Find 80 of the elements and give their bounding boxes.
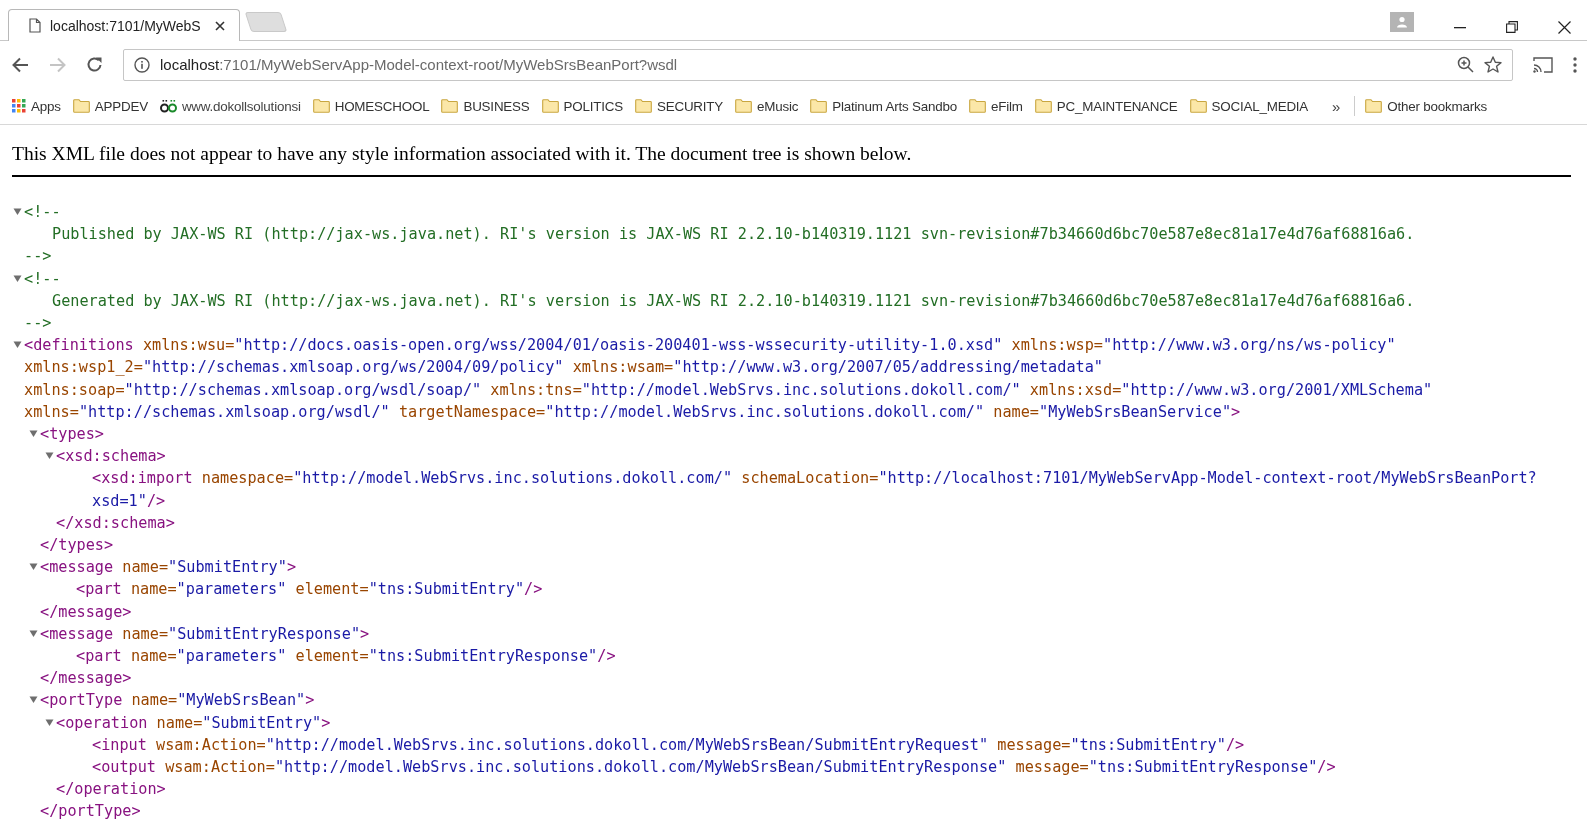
person-icon — [1396, 16, 1408, 28]
xml-tag-line: <definitions xmlns:wsu="http://docs.oasis-open.org/wss/2004/01/oasis-200401-wss-wssecurity-utility-1.0.xsd" xmlns:wsp="http://www.w3.org/ns/ws-policy" — [24, 336, 1396, 355]
folder-icon — [541, 99, 559, 113]
bookmark-item[interactable]: POLITICS — [539, 96, 625, 116]
reload-icon[interactable] — [86, 56, 103, 73]
bookmark-item[interactable]: Apps — [10, 96, 63, 116]
site-logo-icon — [159, 99, 177, 113]
xml-tag-line: <types> — [40, 425, 104, 444]
xml-tag-line: <message name="SubmitEntryResponse"> — [40, 624, 370, 643]
expand-triangle-icon[interactable] — [45, 451, 54, 461]
xml-tag-line: <message name="SubmitEntry"> — [40, 558, 297, 577]
xml-tag-line: <part name="parameters" element="tns:SubmitEntryResponse"/> — [76, 647, 616, 666]
folder-icon — [312, 99, 330, 113]
folder-icon — [1365, 99, 1383, 113]
expand-triangle-icon[interactable] — [45, 717, 54, 727]
expand-triangle-icon[interactable] — [13, 340, 22, 350]
folder-icon — [969, 99, 987, 113]
expand-triangle-icon[interactable] — [29, 695, 38, 705]
page-icon — [29, 18, 41, 33]
xml-comment-text: Published by JAX-WS RI (http://jax-ws.java.net). RI's version is JAX-WS RI 2.2.10-b140319.1121 svn-revision#7b34660d6bc70e587e8ec81a17e4d76af68816a6. — [52, 225, 1415, 244]
bookmark-item[interactable]: SECURITY — [632, 96, 726, 116]
xml-comment-line: <!-- — [24, 269, 61, 288]
xml-comment-line: --> — [24, 314, 52, 332]
expand-triangle-icon[interactable] — [29, 628, 38, 638]
folder-icon — [1189, 99, 1207, 113]
xml-tag-line: <part name="parameters" element="tns:SubmitEntry"/> — [76, 580, 543, 599]
menu-icon[interactable] — [1573, 56, 1577, 73]
expand-triangle-icon[interactable] — [29, 429, 38, 439]
bookmark-item[interactable]: BUSINESS — [439, 96, 532, 116]
xml-comment-line: <!-- — [24, 203, 61, 221]
notice-text: This XML file does not appear to have any style information associated with it. The document tree is shown below. — [12, 143, 913, 165]
xml-tag-line: </portType> — [40, 802, 141, 821]
folder-icon — [810, 99, 828, 113]
xml-tag-line: </xsd:schema> — [56, 513, 175, 532]
xml-tag-line: xmlns="http://schemas.xmlsoap.org/wsdl/" targetNamespace="http://model.WebSrvs.inc.solutions.dokoll.com/" name="MyWebSrsBeanService"> — [24, 402, 1241, 421]
folder-icon — [72, 99, 90, 113]
xml-tag-line: </message> — [40, 669, 132, 688]
cast-icon[interactable] — [1533, 56, 1553, 73]
bookmark-item[interactable]: APPDEV — [70, 96, 150, 116]
more-bookmarks-button[interactable]: » — [1326, 97, 1347, 115]
apps-grid-icon — [12, 99, 26, 113]
folder-icon — [1034, 99, 1052, 113]
xml-tag-line: <xsd:schema> — [56, 447, 166, 466]
minimize-icon[interactable] — [1454, 27, 1466, 29]
bookmark-item[interactable]: PC_MAINTENANCE — [1032, 96, 1180, 116]
close-icon[interactable] — [1558, 21, 1571, 34]
expand-triangle-icon[interactable] — [13, 273, 22, 283]
bookmark-item[interactable]: Other bookmarks — [1363, 96, 1489, 116]
expand-triangle-icon[interactable] — [13, 207, 22, 216]
folder-icon — [441, 99, 459, 113]
bookmark-item[interactable]: HOMESCHOOL — [310, 96, 432, 116]
restore-icon[interactable] — [1506, 21, 1518, 33]
browser-tab[interactable]: localhost:7101/MyWebS — [8, 9, 240, 41]
bookmark-item[interactable]: Platinum Arts Sandbo — [808, 96, 960, 116]
xml-tag-line: </message> — [40, 602, 132, 621]
xml-comment-text: Generated by JAX-WS RI (http://jax-ws.java.net). RI's version is JAX-WS RI 2.2.10-b140319.1121 svn-revision#7b34660d6bc70e587e8ec81a17e4d76af68816a6. — [52, 291, 1415, 310]
xml-tag-line: xsd=1"/> — [92, 491, 166, 510]
xml-tag-line: xmlns:wsp1_2="http://schemas.xmlsoap.org/ws/2004/09/policy" xmlns:wsam="http://www.w3.org/2007/05/addressing/metadata" — [24, 358, 1103, 377]
xml-comment-line: --> — [24, 247, 52, 266]
info-icon[interactable] — [134, 56, 150, 73]
zoom-in-icon[interactable] — [1457, 56, 1474, 73]
xml-tag-line: <portType name="MyWebSrsBean"> — [40, 691, 315, 710]
xml-tag-line: </types> — [40, 536, 114, 555]
bookmark-item[interactable]: eMusic — [733, 96, 801, 116]
back-arrow-icon[interactable] — [12, 56, 29, 73]
bookmark-item[interactable]: www.dokollsolutionsi — [157, 96, 303, 116]
xml-tag-line: </operation> — [56, 780, 166, 799]
xml-tag-line: <output wsam:Action="http://model.WebSrvs.inc.solutions.dokoll.com/MyWebSrsBean/SubmitEntryResponse" message="tns:SubmitEntryResponse"/> — [92, 758, 1336, 777]
xml-tag-line: <xsd:import namespace="http://model.WebSrvs.inc.solutions.dokoll.com/" schemaLocation="http://localhost:7101/MyWebServApp-Model-context-root/MyWebSrsBeanPort? — [92, 469, 1537, 488]
address-field[interactable]: localhost:7101/MyWebServApp-Model-context-root/MyWebSrsBeanPort?wsdl — [123, 48, 1513, 81]
bookmark-item[interactable]: SOCIAL_MEDIA — [1187, 96, 1311, 116]
bookmark-item[interactable]: eFilm — [967, 96, 1025, 116]
folder-icon — [735, 99, 753, 113]
xml-tag-line: <input wsam:Action="http://model.WebSrvs.inc.solutions.dokoll.com/MyWebSrsBean/SubmitEntryRequest" message="tns:SubmitEntry"/> — [92, 735, 1245, 754]
star-icon[interactable] — [1484, 56, 1502, 73]
folder-icon — [634, 99, 652, 113]
close-icon[interactable] — [215, 20, 225, 31]
xml-tag-line: <operation name="SubmitEntry"> — [56, 713, 331, 732]
xml-tag-line: xmlns:soap="http://schemas.xmlsoap.org/wsdl/soap/" xmlns:tns="http://model.WebSrvs.inc.solutions.dokoll.com/" xmlns:xsd="http://www.w3.org/2001/XMLSchema" — [24, 380, 1433, 399]
expand-triangle-icon[interactable] — [29, 562, 38, 572]
